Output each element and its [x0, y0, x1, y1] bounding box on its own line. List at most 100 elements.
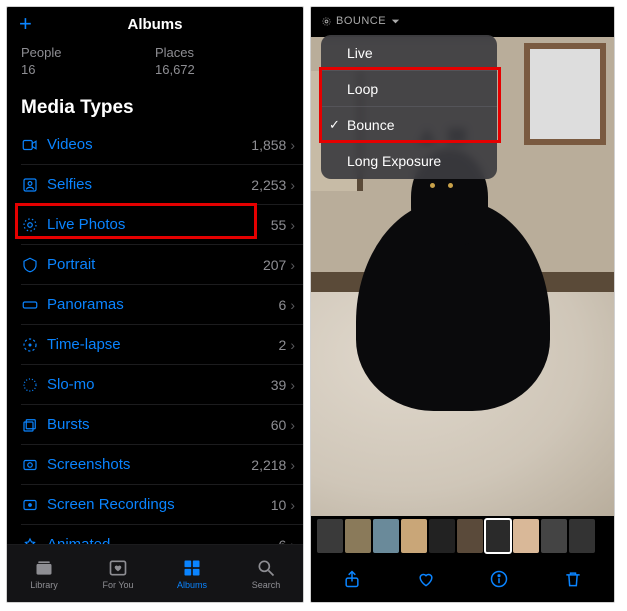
media-row-label: Videos [47, 136, 251, 153]
effect-option-label: Live [347, 45, 373, 61]
chevron-right-icon: › [290, 177, 295, 193]
media-row-count: 60 [271, 417, 287, 433]
chevron-right-icon: › [290, 297, 295, 313]
share-button[interactable] [332, 559, 372, 599]
media-row-pano[interactable]: Panoramas6› [21, 285, 303, 325]
media-types-list: Videos1,858›Selfies2,253›Live Photos55›P… [7, 125, 303, 565]
effect-option-bounce[interactable]: ✓ Bounce [321, 107, 497, 143]
chevron-right-icon: › [290, 137, 295, 153]
chevron-right-icon: › [290, 377, 295, 393]
heart-square-icon [107, 558, 129, 578]
screenshot-icon [21, 456, 47, 474]
tab-foryou[interactable]: For You [81, 545, 155, 602]
effect-option-loop[interactable]: Loop [321, 71, 497, 107]
album-summary: People 16 Places 16,672 [7, 41, 303, 87]
check-icon: ✓ [329, 117, 340, 133]
chevron-down-icon [390, 16, 401, 27]
media-row-count: 39 [271, 377, 287, 393]
media-row-label: Selfies [47, 176, 251, 193]
effect-label-button[interactable]: BOUNCE [321, 15, 401, 27]
effect-option-label: Bounce [347, 117, 394, 133]
pano-icon [21, 296, 47, 314]
share-icon [342, 569, 362, 589]
thumbnail[interactable] [513, 519, 539, 553]
slomo-icon [21, 376, 47, 394]
thumbnail[interactable] [401, 519, 427, 553]
thumbnail[interactable] [457, 519, 483, 553]
selfie-icon [21, 176, 47, 194]
media-row-label: Screen Recordings [47, 496, 271, 513]
tab-foryou-label: For You [102, 580, 133, 590]
thumbnail[interactable] [317, 519, 343, 553]
info-icon [489, 569, 509, 589]
add-button[interactable]: + [19, 13, 32, 35]
media-row-portrait[interactable]: Portrait207› [21, 245, 303, 285]
thumbnail[interactable] [541, 519, 567, 553]
media-row-slomo[interactable]: Slo-mo39› [21, 365, 303, 405]
media-row-video[interactable]: Videos1,858› [21, 125, 303, 165]
effect-dropdown: Live Loop ✓ Bounce Long Exposure [321, 35, 497, 179]
tab-library[interactable]: Library [7, 545, 81, 602]
chevron-right-icon: › [290, 217, 295, 233]
video-icon [21, 136, 47, 154]
media-row-label: Panoramas [47, 296, 279, 313]
thumbnail[interactable] [429, 519, 455, 553]
timelapse-icon [21, 336, 47, 354]
heart-icon [416, 569, 436, 589]
people-album[interactable]: People 16 [21, 45, 155, 77]
tab-albums[interactable]: Albums [155, 545, 229, 602]
action-bar [311, 556, 614, 602]
info-button[interactable] [479, 559, 519, 599]
media-row-label: Portrait [47, 256, 263, 273]
effect-option-label: Loop [347, 81, 378, 97]
chevron-right-icon: › [290, 417, 295, 433]
thumbnail[interactable] [569, 519, 595, 553]
effect-option-label: Long Exposure [347, 153, 441, 169]
favorite-button[interactable] [406, 559, 446, 599]
places-label: Places [155, 45, 289, 60]
media-row-bursts[interactable]: Bursts60› [21, 405, 303, 445]
bursts-icon [21, 416, 47, 434]
media-row-label: Bursts [47, 416, 271, 433]
thumbnail-strip[interactable] [311, 516, 614, 556]
media-row-count: 2 [279, 337, 287, 353]
places-count: 16,672 [155, 62, 289, 77]
media-row-label: Screenshots [47, 456, 251, 473]
chevron-right-icon: › [290, 337, 295, 353]
media-row-label: Live Photos [47, 216, 271, 233]
screenrec-icon [21, 496, 47, 514]
tab-library-label: Library [30, 580, 58, 590]
media-row-label: Slo-mo [47, 376, 271, 393]
thumbnail[interactable] [345, 519, 371, 553]
thumbnail[interactable] [373, 519, 399, 553]
chevron-right-icon: › [290, 457, 295, 473]
media-row-label: Time-lapse [47, 336, 279, 353]
media-row-screenrec[interactable]: Screen Recordings10› [21, 485, 303, 525]
header: + Albums [7, 7, 303, 41]
delete-button[interactable] [553, 559, 593, 599]
search-icon [255, 558, 277, 578]
media-row-count: 207 [263, 257, 286, 273]
library-icon [33, 558, 55, 578]
tab-albums-label: Albums [177, 580, 207, 590]
effect-option-live[interactable]: Live [321, 35, 497, 71]
media-row-live[interactable]: Live Photos55› [21, 205, 303, 245]
albums-icon [181, 558, 203, 578]
media-row-timelapse[interactable]: Time-lapse2› [21, 325, 303, 365]
media-row-screenshot[interactable]: Screenshots2,218› [21, 445, 303, 485]
places-album[interactable]: Places 16,672 [155, 45, 289, 77]
albums-screen: + Albums People 16 Places 16,672 Media T… [6, 6, 304, 603]
live-photo-effect-screen: BOUNCE Live Loop ✓ Bounce Long Exposure [310, 6, 615, 603]
photo-viewer[interactable]: BOUNCE Live Loop ✓ Bounce Long Exposure [311, 7, 614, 516]
live-icon [321, 16, 332, 27]
media-types-header: Media Types [7, 87, 303, 125]
media-row-count: 2,218 [251, 457, 286, 473]
media-row-selfie[interactable]: Selfies2,253› [21, 165, 303, 205]
tab-search-label: Search [252, 580, 281, 590]
media-row-count: 55 [271, 217, 287, 233]
effect-option-long-exposure[interactable]: Long Exposure [321, 143, 497, 179]
thumbnail-selected[interactable] [485, 519, 511, 553]
tab-search[interactable]: Search [229, 545, 303, 602]
live-icon [21, 216, 47, 234]
portrait-icon [21, 256, 47, 274]
